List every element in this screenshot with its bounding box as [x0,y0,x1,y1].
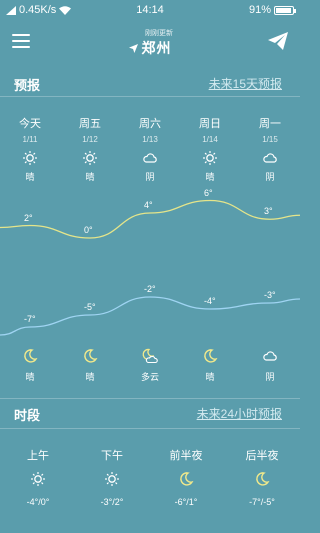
periods-title: 时段 [14,408,41,423]
high-temp-label: 4° [144,200,153,210]
day-condition: 晴 [25,172,35,182]
forecast-night: 晴 [190,348,230,383]
day-date: 1/11 [22,135,38,144]
app-header: 刚刚更新 郑州 [0,24,300,60]
periods-top-divider [0,398,300,399]
sun-icon [83,151,97,165]
battery-percent: 91% [248,4,271,16]
paper-plane-icon [268,32,288,50]
forecast-night: 阴 [250,348,290,383]
high-temp-label: 2° [24,212,33,223]
forecast-night: 晴 [10,348,50,383]
day-condition: 晴 [85,172,95,182]
day-name: 周五 [79,118,101,130]
period-name: 上午 [27,450,49,462]
period-temp: -6°/1° [174,497,198,507]
city-selector[interactable]: 刚刚更新 郑州 [0,28,300,58]
forecast-day[interactable]: 周日 1/14 晴 [190,115,230,183]
city-name: 郑州 [141,40,172,56]
period-name: 前半夜 [169,450,203,462]
status-bar: 0.45K/s 14:14 91% [0,0,300,20]
low-temp-label: -4° [204,296,216,306]
sun-icon [105,472,119,486]
day-condition: 阴 [145,172,155,182]
day-date: 1/12 [82,135,98,144]
forecast-day[interactable]: 周六 1/13 阴 [130,115,170,183]
cloud-icon [143,153,157,163]
day-name: 周六 [139,118,161,130]
period-item: 上午 -4°/0° [8,447,68,507]
battery-icon [274,5,296,15]
night-condition: 晴 [85,372,95,382]
period-name: 后半夜 [245,450,279,462]
moon-icon [180,472,194,486]
low-temp-label: -7° [24,314,36,324]
forecast-day[interactable]: 今天 1/11 晴 [10,115,50,183]
high-temp-label: 0° [84,225,93,235]
period-item: 后半夜 -7°/-5° [232,447,292,507]
share-button[interactable] [268,32,288,50]
day-name: 今天 [19,118,41,130]
low-temp-line [0,296,300,336]
period-temp: -4°/0° [26,497,50,507]
day-name: 周一 [259,118,281,130]
temperature-chart [0,199,300,336]
fifteen-day-link[interactable]: 未来15天预报 [209,75,282,92]
period-temp: -7°/-5° [249,497,275,507]
forecast-night: 多云 [130,348,170,383]
moon-icon [24,349,38,363]
period-item: 前半夜 -6°/1° [156,447,216,507]
forecast-title: 预报 [14,78,41,93]
sun-icon [31,472,45,486]
moon-icon [204,349,218,363]
sun-icon [23,151,37,165]
periods-divider [0,428,300,429]
low-temp-label: -2° [144,284,156,294]
day-name: 周日 [199,118,221,130]
forecast-divider [0,96,300,97]
day-condition: 阴 [265,172,275,182]
high-temp-label: 6° [204,187,213,198]
day-date: 1/15 [262,135,278,144]
cloud-icon [263,153,277,163]
day-date: 1/14 [202,135,218,144]
day-condition: 晴 [205,172,215,182]
low-temp-label: -5° [84,302,96,312]
forecast-night: 晴 [70,348,110,383]
period-name: 下午 [101,450,123,462]
cloud-icon [263,351,277,361]
update-note: 刚刚更新 [145,30,173,37]
moon-cloud-icon [142,348,158,364]
night-condition: 晴 [205,372,215,382]
night-condition: 多云 [140,372,159,382]
forecast-day[interactable]: 周五 1/12 晴 [70,115,110,183]
night-condition: 晴 [25,372,35,382]
location-arrow-icon [128,43,138,53]
period-item: 下午 -3°/2° [82,447,142,507]
moon-icon [84,349,98,363]
sun-icon [203,151,217,165]
high-temp-label: 3° [264,206,273,217]
day-date: 1/13 [142,135,158,144]
moon-icon [256,472,270,486]
night-condition: 阴 [265,372,275,382]
forecast-day[interactable]: 周一 1/15 阴 [250,115,290,183]
twentyfour-hour-link[interactable]: 未来24小时预报 [197,405,282,422]
low-temp-label: -3° [264,290,276,300]
period-temp: -3°/2° [100,497,124,507]
